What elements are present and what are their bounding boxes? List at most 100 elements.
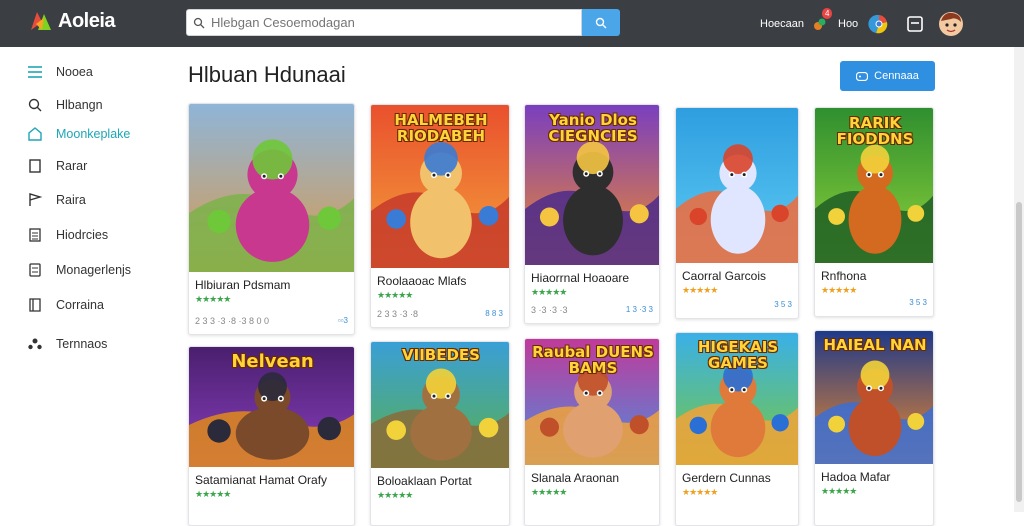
rating-stars: ★★★★★ xyxy=(195,294,231,304)
sidebar-item-label: Rarar xyxy=(56,159,88,173)
flag-icon xyxy=(28,193,42,207)
game-title[interactable]: Hiaorrnal Hoaoare xyxy=(531,271,629,285)
sidebar: Nooea Hlbangn Moonkeplake Rarar Raira Hi… xyxy=(0,47,170,512)
sidebar-item-menu[interactable]: Nooea xyxy=(28,61,93,83)
search-icon xyxy=(595,17,607,28)
game-title[interactable]: Rnfhona xyxy=(821,269,866,283)
top-label[interactable]: Hoo xyxy=(838,18,858,30)
game-banner-text: HAIEAL NAN xyxy=(823,336,927,354)
notification-badge: 4 xyxy=(822,8,833,19)
create-button-label: Cennaaa xyxy=(874,70,919,82)
game-banner-text: Yanio Dlos CIEGNCIES xyxy=(548,111,638,145)
rating-stars: ★★★★★ xyxy=(377,290,413,300)
search-input[interactable] xyxy=(211,15,571,30)
sidebar-item-flag[interactable]: Raira xyxy=(28,189,86,211)
rating-stars: ★★★★★ xyxy=(531,287,567,297)
game-card[interactable]: VIIBEDES Boloaklaan Portat ★★★★★ xyxy=(370,341,510,526)
rating-stars: ★★★★★ xyxy=(821,285,857,295)
rating-stars: ★★★★★ xyxy=(531,487,567,497)
scrollbar[interactable] xyxy=(1014,47,1024,512)
game-banner-text: HALMEBEH RIODABEH xyxy=(394,111,488,145)
doc-icon xyxy=(28,159,42,173)
avatar-icon xyxy=(939,11,963,36)
sidebar-item-book[interactable]: Corraina xyxy=(28,294,104,316)
home-icon xyxy=(28,127,42,141)
game-badge: 3 5 3 xyxy=(774,300,792,309)
sidebar-item-manage[interactable]: Monagerlenjs xyxy=(28,259,131,281)
game-banner-text: Nelvean xyxy=(231,351,314,372)
gamepad-icon xyxy=(856,71,869,81)
game-meta: 3 ·3 ·3 ·3 xyxy=(531,305,568,315)
sidebar-item-label: Raira xyxy=(56,193,86,207)
game-card[interactable]: Caorral Garcois ★★★★★ 3 5 3 xyxy=(675,107,799,319)
sidebar-item-label: Ternnaos xyxy=(56,337,108,351)
scroll-thumb[interactable] xyxy=(1016,202,1022,502)
sidebar-item-people[interactable]: Ternnaos xyxy=(28,333,107,355)
list-alt-icon xyxy=(28,263,42,277)
search-icon xyxy=(28,98,42,112)
menu-icon xyxy=(28,65,42,79)
sidebar-item-label: Moonkeplake xyxy=(56,127,131,141)
game-badge: 1 3 ·3 3 xyxy=(625,305,653,314)
game-banner-text: VIIBEDES xyxy=(402,346,480,364)
search-box[interactable] xyxy=(186,9,582,36)
rating-stars: ★★★★★ xyxy=(377,490,413,500)
rating-stars: ★★★★★ xyxy=(195,489,231,499)
rating-stars: ★★★★★ xyxy=(682,285,718,295)
game-title[interactable]: Caorral Garcois xyxy=(682,269,766,283)
game-thumbnail[interactable] xyxy=(676,108,798,263)
sidebar-item-label: Corraina xyxy=(56,298,104,312)
search-button[interactable] xyxy=(582,9,620,36)
app-name: Aoleia xyxy=(58,9,116,32)
top-link[interactable]: Hoecaan xyxy=(760,18,804,30)
sidebar-item-list[interactable]: Hiodrcies xyxy=(28,224,108,246)
game-banner-text: Raubal DUENS BAMS xyxy=(532,343,654,377)
rating-stars: ★★★★★ xyxy=(682,487,718,497)
create-button[interactable]: Cennaaa xyxy=(840,61,935,91)
top-bar: Aoleia Hoecaan 4 Hoo xyxy=(0,0,1024,47)
app-logo[interactable]: Aoleia xyxy=(28,8,116,34)
rating-stars: ★★★★★ xyxy=(821,486,857,496)
chrome-icon xyxy=(868,14,888,33)
book-icon xyxy=(28,298,42,312)
search-icon xyxy=(187,9,211,36)
game-card[interactable]: HAIEAL NAN Hadoa Mafar ★★★★★ xyxy=(814,330,934,526)
game-card[interactable]: RARIK FIODDNS Rnfhona ★★★★★ 3 5 3 xyxy=(814,107,934,317)
list-icon xyxy=(28,228,42,242)
game-card[interactable]: HIGEKAIS GAMES Gerdern Cunnas ★★★★★ xyxy=(675,332,799,526)
game-card[interactable]: Raubal DUENS BAMS Slanala Araonan ★★★★★ xyxy=(524,338,660,526)
game-title[interactable]: Hadoa Mafar xyxy=(821,470,890,484)
game-title[interactable]: Roolaaoac Mlafs xyxy=(377,274,466,288)
sidebar-item-search[interactable]: Hlbangn xyxy=(28,94,103,116)
sidebar-item-label: Hlbangn xyxy=(56,98,103,112)
game-title[interactable]: Satamianat Hamat Orafy xyxy=(195,473,327,487)
sidebar-item-label: Hiodrcies xyxy=(56,228,109,242)
chrome-button[interactable] xyxy=(868,0,890,47)
game-badge: ▫▫3 xyxy=(337,316,348,325)
game-banner-text: RARIK FIODDNS xyxy=(836,114,914,148)
game-thumbnail[interactable] xyxy=(189,104,354,272)
game-title[interactable]: Hlbiuran Pdsmam xyxy=(195,278,290,292)
game-title[interactable]: Slanala Araonan xyxy=(531,471,619,485)
people-icon xyxy=(28,337,42,351)
sidebar-item-label: Monagerlenjs xyxy=(56,263,132,277)
exit-button[interactable] xyxy=(906,0,924,47)
sidebar-item-doc[interactable]: Rarar xyxy=(28,155,87,177)
game-card[interactable]: Nelvean Satamianat Hamat Orafy ★★★★★ xyxy=(188,346,355,526)
sidebar-item-label: Nooea xyxy=(56,65,93,79)
game-meta: 2 3 3 ·3 ·8 ·3 8 0 0 xyxy=(195,316,270,326)
game-title[interactable]: Gerdern Cunnas xyxy=(682,471,771,485)
game-meta: 2 3 3 ·3 ·8 xyxy=(377,309,419,319)
game-card[interactable]: HALMEBEH RIODABEH Roolaaoac Mlafs ★★★★★ 2 3… xyxy=(370,104,510,328)
game-card[interactable]: Yanio Dlos CIEGNCIES Hiaorrnal Hoaoare ★★★… xyxy=(524,104,660,324)
game-card[interactable]: Hlbiuran Pdsmam ★★★★★ 2 3 3 ·3 ·8 ·3 8 0 0… xyxy=(188,103,355,335)
game-title[interactable]: Boloaklaan Portat xyxy=(377,474,472,488)
game-badge: 8 8 3 xyxy=(485,309,503,318)
game-banner-text: HIGEKAIS GAMES xyxy=(697,338,779,372)
page-title: Hlbuan Hdunaai xyxy=(188,62,346,87)
exit-icon xyxy=(907,15,923,32)
game-badge: 3 5 3 xyxy=(909,298,927,307)
logo-icon xyxy=(28,8,54,34)
avatar[interactable] xyxy=(938,0,964,47)
sidebar-item-home[interactable]: Moonkeplake xyxy=(28,123,130,145)
